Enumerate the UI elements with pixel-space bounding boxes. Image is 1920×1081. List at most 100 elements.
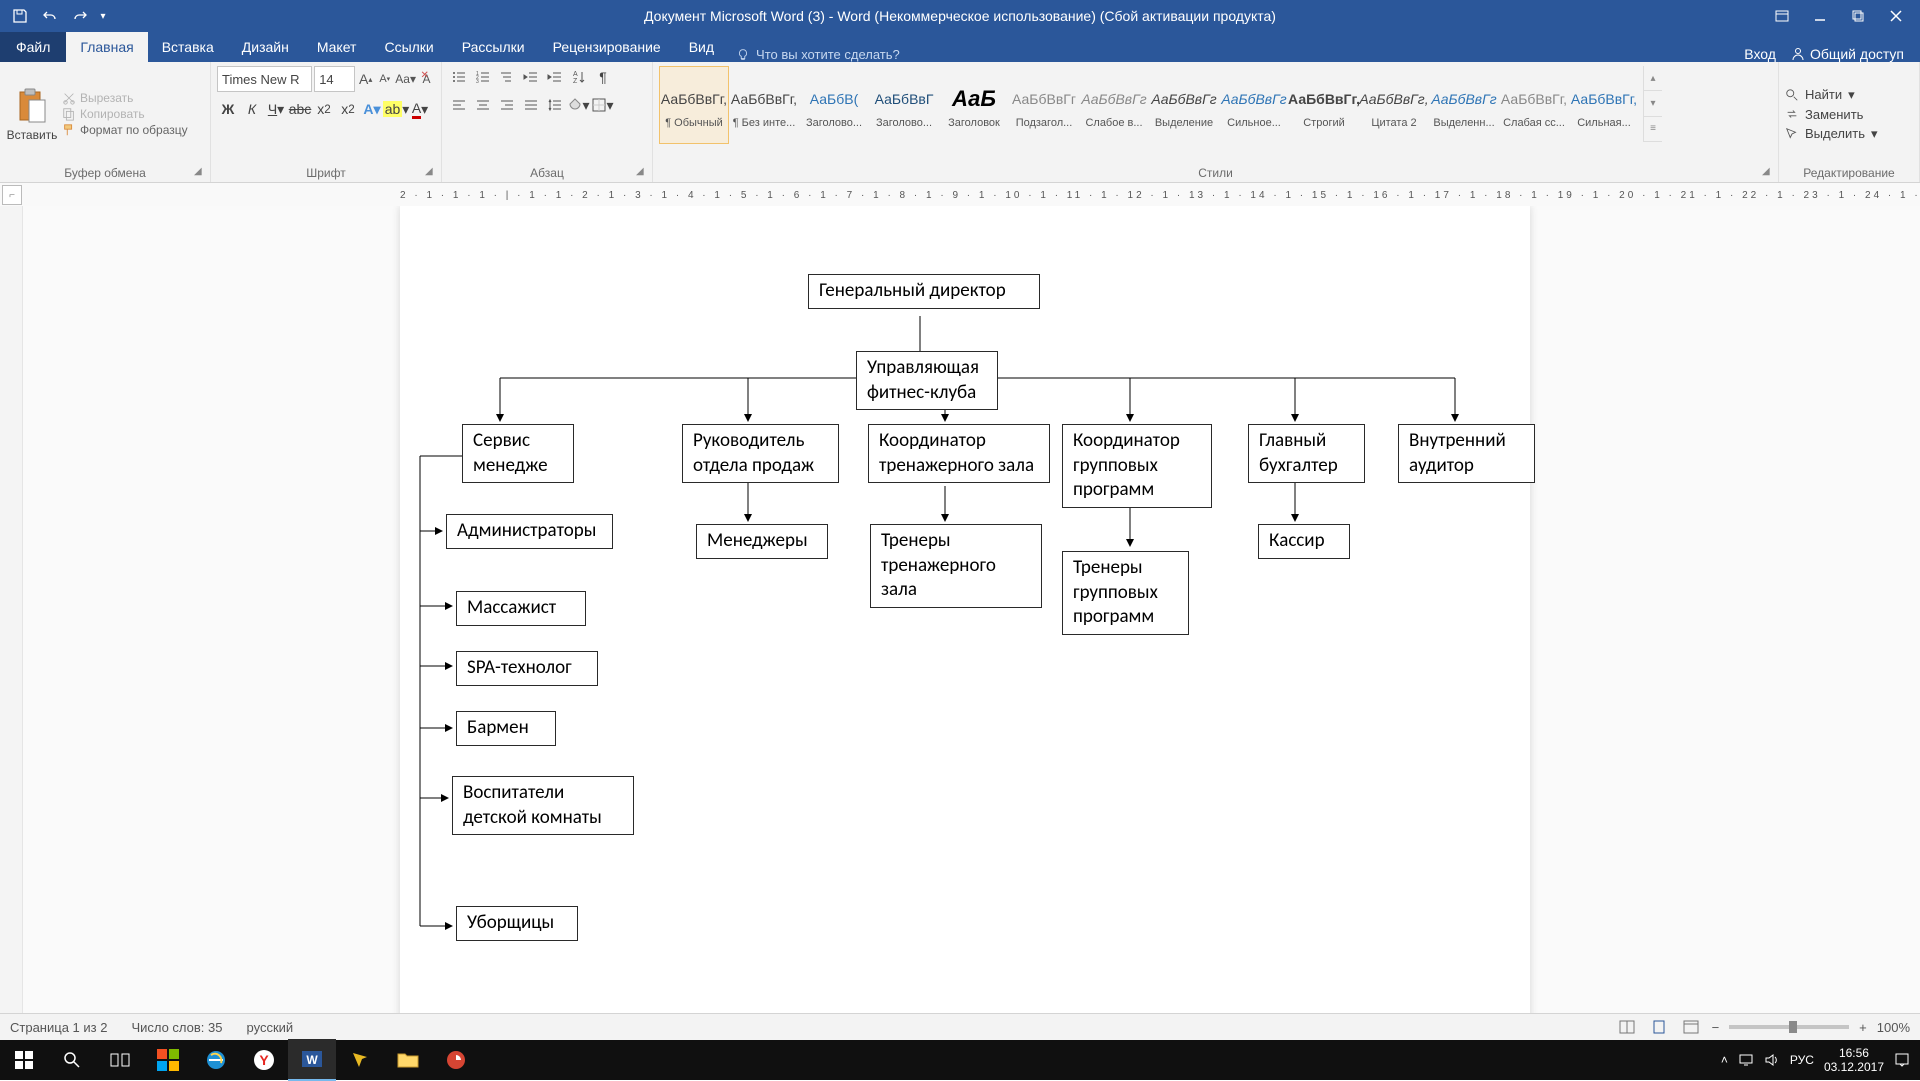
superscript-icon[interactable]: x2	[337, 98, 359, 120]
tb-explorer-icon[interactable]	[384, 1040, 432, 1080]
print-layout-icon[interactable]	[1648, 1018, 1670, 1036]
zoom-in-icon[interactable]: +	[1859, 1020, 1867, 1035]
tab-file[interactable]: Файл	[0, 32, 66, 62]
style-item-2[interactable]: АаБбВ(Заголово...	[799, 66, 869, 144]
font-name-select[interactable]: Times New R	[217, 66, 312, 92]
style-item-5[interactable]: АаБбВвГгПодзагол...	[1009, 66, 1079, 144]
undo-icon[interactable]	[36, 2, 64, 30]
tb-yandex-icon[interactable]: Y	[240, 1040, 288, 1080]
status-language[interactable]: русский	[247, 1020, 294, 1035]
font-size-select[interactable]: 14	[314, 66, 355, 92]
strike-icon[interactable]: abc	[289, 98, 311, 120]
redo-icon[interactable]	[66, 2, 94, 30]
paragraph-launcher-icon[interactable]: ◢	[636, 166, 648, 178]
save-icon[interactable]	[6, 2, 34, 30]
italic-icon[interactable]: К	[241, 98, 263, 120]
style-item-11[interactable]: АаБбВвГгВыделенн...	[1429, 66, 1499, 144]
signin-link[interactable]: Вход	[1744, 46, 1776, 62]
style-item-10[interactable]: АаБбВвГг,Цитата 2	[1359, 66, 1429, 144]
find-button[interactable]: Найти ▾	[1785, 87, 1878, 103]
style-item-8[interactable]: АаБбВвГгСильное...	[1219, 66, 1289, 144]
tab-references[interactable]: Ссылки	[370, 32, 447, 62]
font-color-icon[interactable]: A▾	[409, 98, 431, 120]
numbering-icon[interactable]: 123	[472, 66, 494, 88]
tab-selector-icon[interactable]: ⌐	[2, 185, 22, 205]
shading-icon[interactable]: ▾	[568, 94, 590, 116]
tab-insert[interactable]: Вставка	[148, 32, 228, 62]
style-item-12[interactable]: АаБбВвГг,Слабая сс...	[1499, 66, 1569, 144]
tb-ie-icon[interactable]	[192, 1040, 240, 1080]
tray-volume-icon[interactable]	[1764, 1053, 1780, 1067]
select-button[interactable]: Выделить ▾	[1785, 126, 1878, 142]
paste-button[interactable]: Вставить	[6, 66, 58, 162]
tray-clock[interactable]: 16:56 03.12.2017	[1824, 1046, 1884, 1075]
tray-chevron-icon[interactable]: ˄	[1721, 1053, 1728, 1067]
clear-format-icon[interactable]: A✕	[418, 67, 435, 91]
status-page[interactable]: Страница 1 из 2	[10, 1020, 107, 1035]
share-button[interactable]: Общий доступ	[1790, 46, 1904, 62]
zoom-out-icon[interactable]: −	[1712, 1020, 1720, 1035]
tray-notifications-icon[interactable]	[1894, 1052, 1910, 1068]
subscript-icon[interactable]: x2	[313, 98, 335, 120]
style-item-0[interactable]: АаБбВвГг,¶ Обычный	[659, 66, 729, 144]
zoom-level[interactable]: 100%	[1877, 1020, 1910, 1035]
read-mode-icon[interactable]	[1616, 1018, 1638, 1036]
style-item-1[interactable]: АаБбВвГг,¶ Без инте...	[729, 66, 799, 144]
show-marks-icon[interactable]: ¶	[592, 66, 614, 88]
tab-mailings[interactable]: Рассылки	[448, 32, 539, 62]
ribbon-display-icon[interactable]	[1764, 2, 1800, 30]
align-left-icon[interactable]	[448, 94, 470, 116]
close-icon[interactable]	[1878, 2, 1914, 30]
style-item-13[interactable]: АаБбВвГг,Сильная...	[1569, 66, 1639, 144]
tb-app-yellow[interactable]	[336, 1040, 384, 1080]
style-item-4[interactable]: АаБЗаголовок	[939, 66, 1009, 144]
tray-language[interactable]: РУС	[1790, 1053, 1814, 1067]
line-spacing-icon[interactable]	[544, 94, 566, 116]
task-view-icon[interactable]	[96, 1040, 144, 1080]
tab-home[interactable]: Главная	[66, 32, 147, 62]
styles-launcher-icon[interactable]: ◢	[1762, 166, 1774, 178]
style-item-9[interactable]: АаБбВвГг,Строгий	[1289, 66, 1359, 144]
qat-customize-icon[interactable]: ▾	[96, 2, 110, 30]
bullets-icon[interactable]	[448, 66, 470, 88]
format-painter-button[interactable]: Формат по образцу	[62, 123, 188, 137]
web-layout-icon[interactable]	[1680, 1018, 1702, 1036]
highlight-icon[interactable]: ab▾	[385, 98, 407, 120]
maximize-icon[interactable]	[1840, 2, 1876, 30]
zoom-slider[interactable]	[1729, 1025, 1849, 1029]
tab-design[interactable]: Дизайн	[228, 32, 303, 62]
underline-icon[interactable]: Ч▾	[265, 98, 287, 120]
vertical-ruler[interactable]	[0, 206, 23, 1014]
tb-app-store[interactable]	[144, 1040, 192, 1080]
horizontal-ruler[interactable]: 2 · 1 · 1 · 1 · | · 1 · 1 · 2 · 1 · 3 · …	[400, 190, 1920, 201]
replace-button[interactable]: Заменить	[1785, 107, 1878, 122]
status-words[interactable]: Число слов: 35	[131, 1020, 222, 1035]
font-launcher-icon[interactable]: ◢	[425, 166, 437, 178]
multilevel-icon[interactable]	[496, 66, 518, 88]
clipboard-launcher-icon[interactable]: ◢	[194, 166, 206, 178]
grow-font-icon[interactable]: A▴	[357, 67, 374, 91]
tab-view[interactable]: Вид	[675, 32, 728, 62]
tray-network-icon[interactable]	[1738, 1053, 1754, 1067]
align-right-icon[interactable]	[496, 94, 518, 116]
style-item-3[interactable]: АаБбВвГЗаголово...	[869, 66, 939, 144]
tb-word-icon[interactable]: W	[288, 1039, 336, 1081]
sort-icon[interactable]: AZ	[568, 66, 590, 88]
increase-indent-icon[interactable]	[544, 66, 566, 88]
styles-scroll[interactable]: ▴▾≡	[1643, 66, 1662, 142]
cut-button[interactable]: Вырезать	[62, 91, 188, 105]
tab-review[interactable]: Рецензирование	[539, 32, 675, 62]
copy-button[interactable]: Копировать	[62, 107, 188, 121]
align-center-icon[interactable]	[472, 94, 494, 116]
decrease-indent-icon[interactable]	[520, 66, 542, 88]
minimize-icon[interactable]	[1802, 2, 1838, 30]
tell-me-search[interactable]: Что вы хотите сделать?	[736, 47, 900, 62]
search-icon[interactable]	[48, 1040, 96, 1080]
borders-icon[interactable]: ▾	[592, 94, 614, 116]
shrink-font-icon[interactable]: A▾	[376, 67, 393, 91]
start-icon[interactable]	[0, 1040, 48, 1080]
style-item-6[interactable]: АаБбВвГгСлабое в...	[1079, 66, 1149, 144]
text-effects-icon[interactable]: A▾	[361, 98, 383, 120]
style-item-7[interactable]: АаБбВвГгВыделение	[1149, 66, 1219, 144]
document-page[interactable]: Генеральный директор Управляющая фитнес-…	[400, 206, 1530, 1014]
